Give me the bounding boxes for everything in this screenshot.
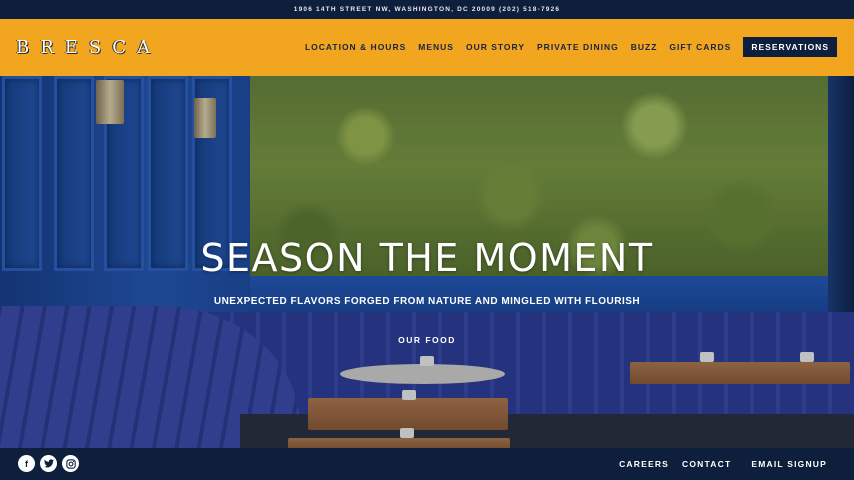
twitter-icon[interactable]	[40, 455, 57, 472]
email-signup-link[interactable]: EMAIL SIGNUP	[751, 459, 827, 469]
site-footer: f CAREERS CONTACT EMAIL SIGNUP	[0, 448, 854, 480]
contact-link[interactable]: CONTACT	[682, 459, 731, 469]
address-bar: 1906 14TH STREET NW, WASHINGTON, DC 2000…	[0, 0, 854, 19]
hero-section: SEASON THE MOMENT UNEXPECTED FLAVORS FOR…	[0, 76, 854, 448]
our-food-link[interactable]: OUR FOOD	[398, 335, 456, 345]
facebook-icon[interactable]: f	[18, 455, 35, 472]
address-phone-text: 1906 14TH STREET NW, WASHINGTON, DC 2000…	[293, 6, 561, 13]
nav-our-story[interactable]: OUR STORY	[466, 42, 525, 52]
social-links: f	[18, 455, 84, 472]
main-nav: LOCATION & HOURS MENUS OUR STORY PRIVATE…	[293, 37, 837, 57]
bresca-logo[interactable]: BRESCA	[16, 37, 161, 58]
footer-links: CAREERS CONTACT EMAIL SIGNUP	[606, 459, 827, 469]
nav-menus[interactable]: MENUS	[418, 42, 454, 52]
hero-headline: SEASON THE MOMENT	[200, 236, 654, 280]
nav-private-dining[interactable]: PRIVATE DINING	[537, 42, 619, 52]
nav-gift-cards[interactable]: GIFT CARDS	[669, 42, 731, 52]
reservations-button[interactable]: RESERVATIONS	[743, 37, 837, 57]
hero-cta-wrap: OUR FOOD	[0, 330, 854, 348]
nav-location-hours[interactable]: LOCATION & HOURS	[305, 42, 406, 52]
instagram-icon[interactable]	[62, 455, 79, 472]
nav-buzz[interactable]: BUZZ	[631, 42, 658, 52]
hero-tagline: UNEXPECTED FLAVORS FORGED FROM NATURE AN…	[213, 296, 641, 307]
site-header: BRESCA LOCATION & HOURS MENUS OUR STORY …	[0, 19, 854, 76]
careers-link[interactable]: CAREERS	[619, 459, 669, 469]
